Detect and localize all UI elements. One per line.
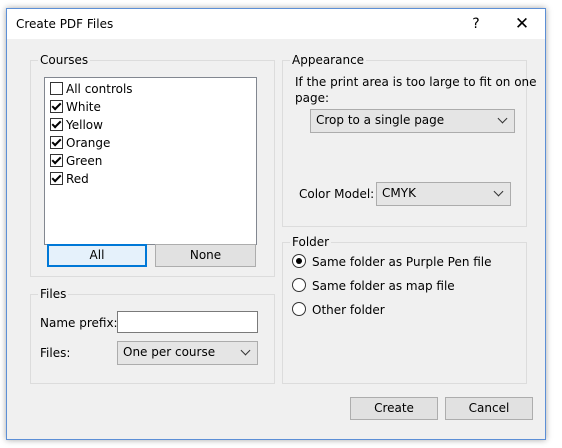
create-pdf-dialog: Create PDF Files ? ✕ Courses All control… [6, 8, 546, 440]
checkbox[interactable] [50, 154, 63, 167]
appearance-group-label: Appearance [290, 52, 367, 68]
name-prefix-label: Name prefix: [40, 316, 118, 330]
create-button[interactable]: Create [350, 397, 438, 420]
dialog-title: Create PDF Files [16, 17, 114, 31]
chevron-down-icon [493, 186, 504, 197]
same-folder-map-label[interactable]: Same folder as map file [312, 279, 455, 293]
files-select[interactable]: One per course [117, 341, 258, 365]
courses-listbox[interactable]: All controls White Yellow Orange Green R… [44, 77, 257, 245]
all-button[interactable]: All [47, 244, 147, 267]
color-model-select[interactable]: CMYK [376, 182, 511, 206]
course-label: Red [66, 172, 89, 186]
checkbox[interactable] [50, 136, 63, 149]
print-area-text-line2: page: [295, 91, 330, 105]
course-label: White [66, 100, 101, 114]
cancel-button[interactable]: Cancel [445, 397, 533, 420]
course-label: Orange [66, 136, 111, 150]
checkbox[interactable] [50, 172, 63, 185]
title-bar: Create PDF Files ? ✕ [7, 9, 545, 39]
none-button[interactable]: None [155, 244, 256, 267]
checkbox[interactable] [50, 118, 63, 131]
course-label: Green [66, 154, 103, 168]
same-folder-purple-pen-radio[interactable] [292, 254, 306, 268]
files-group: Files [30, 286, 275, 384]
same-folder-purple-pen-label[interactable]: Same folder as Purple Pen file [312, 255, 492, 269]
course-label: All controls [66, 82, 133, 96]
close-button[interactable]: ✕ [508, 12, 536, 36]
checkbox[interactable] [50, 100, 63, 113]
color-model-select-value: CMYK [382, 186, 416, 200]
files-label: Files: [40, 346, 71, 360]
other-folder-label[interactable]: Other folder [312, 303, 385, 317]
print-area-select[interactable]: Crop to a single page [310, 109, 515, 133]
print-area-select-value: Crop to a single page [316, 113, 445, 127]
courses-group-label: Courses [38, 52, 91, 68]
name-prefix-input[interactable] [117, 311, 258, 333]
files-select-value: One per course [123, 345, 216, 359]
course-label: Yellow [66, 118, 103, 132]
color-model-label: Color Model: [299, 187, 375, 201]
help-button[interactable]: ? [462, 12, 490, 36]
files-group-label: Files [38, 286, 69, 302]
checkbox[interactable] [50, 82, 63, 95]
chevron-down-icon [497, 113, 508, 124]
folder-group-label: Folder [290, 234, 332, 250]
print-area-text-line1: If the print area is too large to fit on… [295, 75, 537, 89]
chevron-down-icon [240, 345, 251, 356]
same-folder-map-radio[interactable] [292, 278, 306, 292]
other-folder-radio[interactable] [292, 302, 306, 316]
